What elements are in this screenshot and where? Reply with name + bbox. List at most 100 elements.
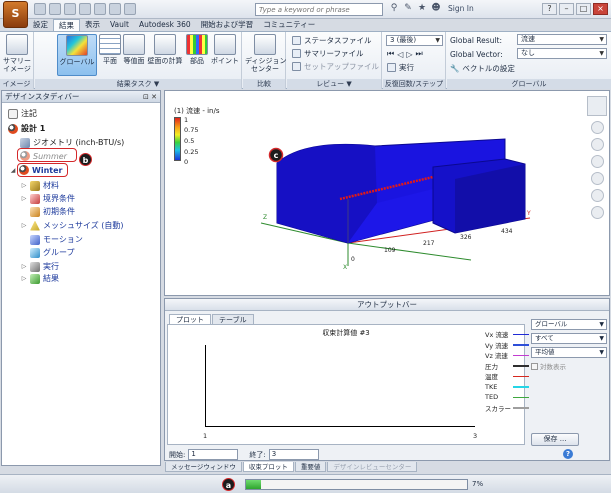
copy-icon[interactable] <box>94 3 106 15</box>
tab-results[interactable]: 結果 <box>53 19 80 31</box>
tree-run[interactable]: ▷ 実行 <box>21 261 59 272</box>
tree-initial[interactable]: 初期条件 <box>30 206 75 217</box>
tree-mesh-label: メッシュサイズ (自動) <box>43 221 124 230</box>
wall-calc-button[interactable]: 壁面の計算 <box>147 34 183 65</box>
tab-design-review-center[interactable]: デザインレビューセンター <box>327 462 418 472</box>
expand-icon[interactable]: ▷ <box>21 263 27 270</box>
isosurface-button[interactable]: 等值面 <box>123 34 145 65</box>
mesh-icon <box>30 220 40 231</box>
tab-message-window[interactable]: メッセージウィンドウ <box>165 462 242 472</box>
run-label: 実行 <box>399 63 414 72</box>
help-icon[interactable]: ? <box>542 3 557 15</box>
expand-icon[interactable]: ▷ <box>21 222 27 229</box>
favorites-icon[interactable]: ★ <box>417 3 427 14</box>
minimize-button[interactable]: – <box>559 3 574 15</box>
save-icon[interactable] <box>49 3 61 15</box>
orbit-icon[interactable] <box>591 172 604 185</box>
stat-select[interactable]: 平均値 ▼ <box>531 347 607 358</box>
application-menu-button[interactable]: S <box>3 1 28 28</box>
sign-in-link[interactable]: Sign In <box>448 4 474 13</box>
maximize-button[interactable]: □ <box>576 3 591 15</box>
summary-file-button[interactable]: サマリーファイル <box>292 48 364 59</box>
global-result-select[interactable]: 流速 ▼ <box>517 34 607 45</box>
redo-icon[interactable] <box>79 3 91 15</box>
zoom-icon[interactable] <box>591 155 604 168</box>
tree-materials-label: 材料 <box>43 181 59 190</box>
legend-entry-label: スカラー <box>485 404 511 413</box>
prev-step-icon[interactable]: ◁ <box>397 50 403 59</box>
summary-image-button[interactable]: サマリー イメージ <box>3 34 31 73</box>
decision-center-button[interactable]: ディシジョン センター <box>245 34 287 73</box>
expand-icon[interactable]: ▷ <box>21 195 27 202</box>
status-file-icon <box>292 36 301 45</box>
folder-open-icon[interactable] <box>34 3 46 15</box>
pan-icon[interactable] <box>591 138 604 151</box>
notes-icon <box>8 108 18 119</box>
tree-mesh[interactable]: ▷ メッシュサイズ (自動) <box>21 220 124 231</box>
legend-entry: Vz 流速 <box>485 350 529 361</box>
tab-setup[interactable]: 設定 <box>28 19 53 31</box>
help-icon[interactable]: ? <box>563 449 573 459</box>
setup-file-button[interactable]: セットアップファイル <box>292 61 379 72</box>
global-button[interactable]: グローバル <box>57 34 97 76</box>
panel-pin-close-icon[interactable]: ⊡ ✕ <box>143 91 157 103</box>
layout-icon[interactable] <box>109 3 121 15</box>
setup-file-icon <box>292 62 301 71</box>
tab-vault[interactable]: Vault <box>105 19 134 31</box>
tab-table[interactable]: テーブル <box>212 314 254 324</box>
global-vector-select[interactable]: なし ▼ <box>517 48 607 59</box>
save-button[interactable]: 保存 ... <box>531 433 579 446</box>
tab-plot[interactable]: プロット <box>169 314 211 324</box>
expand-icon[interactable]: ◢ <box>10 167 16 174</box>
run-button[interactable]: 実行 <box>387 62 414 73</box>
filter-select[interactable]: すべて ▼ <box>531 333 607 344</box>
plane-icon <box>99 34 121 55</box>
expand-icon[interactable]: ▷ <box>21 275 27 282</box>
tree-groups[interactable]: グループ <box>30 247 75 258</box>
binoculars-icon[interactable]: ⚲ <box>389 3 399 14</box>
legend-entry-swatch <box>513 386 529 388</box>
tree-materials[interactable]: ▷ 材料 <box>21 180 59 191</box>
steering-wheel-icon[interactable] <box>591 121 604 134</box>
materials-icon <box>30 180 40 191</box>
plane-button[interactable]: 平面 <box>99 34 121 65</box>
tree-motion[interactable]: モーション <box>30 234 83 245</box>
close-button[interactable]: × <box>593 3 608 15</box>
graphics-viewport[interactable]: (1) 流速 - in/s 1 0.75 0.5 0.25 0 c 0 109 … <box>164 90 610 296</box>
tree-notes[interactable]: 注記 <box>8 108 37 119</box>
point-button[interactable]: ポイント <box>210 34 240 65</box>
tools-icon[interactable]: ✎ <box>403 3 413 14</box>
first-step-icon[interactable]: ⏮ <box>387 49 394 59</box>
tab-community[interactable]: コミュニティー <box>258 19 320 31</box>
iteration-select[interactable]: 3 (最後) ▼ <box>386 35 443 46</box>
tab-critical-values[interactable]: 重要値 <box>294 462 327 472</box>
navigation-bar <box>589 121 606 295</box>
tree-geometry[interactable]: ジオメトリ (inch-BTU/s) <box>20 137 124 148</box>
tree-boundary[interactable]: ▷ 境界条件 <box>21 193 75 204</box>
look-at-icon[interactable] <box>591 189 604 202</box>
tab-getting-started[interactable]: 開始および学習 <box>196 19 259 31</box>
tree-design[interactable]: 設計 1 <box>8 123 45 134</box>
tab-autodesk-360[interactable]: Autodesk 360 <box>134 19 196 31</box>
log-display-checkbox[interactable]: 対数表示 <box>531 361 607 371</box>
undo-icon[interactable] <box>64 3 76 15</box>
tab-view[interactable]: 表示 <box>80 19 105 31</box>
viewcube[interactable] <box>587 96 607 116</box>
start-field[interactable]: 1 <box>188 449 239 460</box>
settings-icon[interactable] <box>124 3 136 15</box>
tab-convergence-plot[interactable]: 収束プロット <box>242 462 294 472</box>
tree-results[interactable]: ▷ 結果 <box>21 273 59 284</box>
search-input[interactable] <box>255 3 383 16</box>
next-step-icon[interactable]: ⏭ <box>416 49 423 59</box>
parts-button[interactable]: 部品 <box>186 34 208 65</box>
scope-select[interactable]: グローバル ▼ <box>531 319 607 330</box>
expand-icon[interactable]: ▷ <box>21 182 27 189</box>
play-icon[interactable]: ▷ <box>406 50 412 59</box>
axis-tick: 326 <box>460 234 472 241</box>
status-file-button[interactable]: ステータスファイル <box>292 35 372 46</box>
vector-settings-button[interactable]: 🔧 ベクトルの設定 <box>450 63 515 74</box>
end-field[interactable]: 3 <box>268 449 319 460</box>
fit-all-icon[interactable] <box>591 206 604 219</box>
iteration-panel: 3 (最後) ▼ ⏮ ◁ ▷ ⏭ 実行 反復回数/ステップ <box>383 32 446 89</box>
user-icon[interactable]: ☻ <box>431 3 441 14</box>
